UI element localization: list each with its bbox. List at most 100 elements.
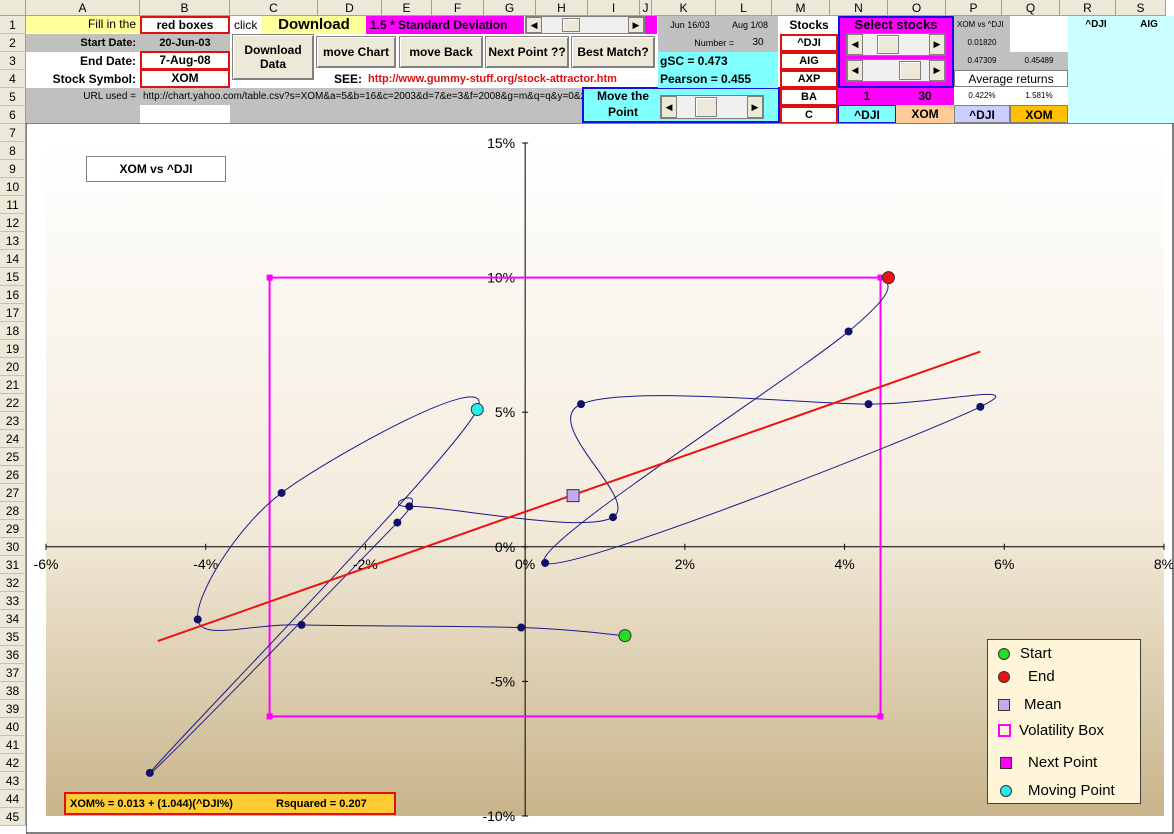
stock1-left-arrow-icon[interactable]: ◀ [847,34,863,55]
row-header[interactable]: 12 [0,214,26,232]
row-header[interactable]: 16 [0,286,26,304]
row-header[interactable]: 1 [0,16,26,34]
row-header[interactable]: 35 [0,628,26,646]
row-header[interactable]: 42 [0,754,26,772]
row-header[interactable]: 23 [0,412,26,430]
row-header[interactable]: 18 [0,322,26,340]
std-dev-scrollbar[interactable]: ◀ ▶ [525,16,645,34]
select-stock-1-scrollbar[interactable]: ◀ ▶ [846,33,946,56]
stock-item[interactable]: C [780,106,838,124]
row-header[interactable]: 2 [0,34,26,52]
select-all-corner[interactable] [0,0,26,16]
row-header[interactable]: 27 [0,484,26,502]
row-header[interactable]: 36 [0,646,26,664]
column-header-n[interactable]: N [830,0,888,16]
select-stock-2-scrollbar[interactable]: ◀ ▶ [846,59,946,82]
row-header[interactable]: 11 [0,196,26,214]
row-header[interactable]: 24 [0,430,26,448]
row-header[interactable]: 20 [0,358,26,376]
next-point-button[interactable]: Next Point ?? [485,36,569,68]
row-header[interactable]: 33 [0,592,26,610]
column-header-p[interactable]: P [946,0,1002,16]
move-point-scrollbar[interactable]: ◀ ▶ [660,95,764,119]
column-header-f[interactable]: F [432,0,484,16]
moving-point-legend-icon [1000,784,1012,797]
column-header-j[interactable]: J [640,0,652,16]
row-header[interactable]: 7 [0,124,26,142]
column-header-k[interactable]: K [652,0,716,16]
column-header-l[interactable]: L [716,0,772,16]
stock1-right-arrow-icon[interactable]: ▶ [929,34,945,55]
row-header[interactable]: 10 [0,178,26,196]
scroll-right-arrow-icon[interactable]: ▶ [628,17,644,33]
end-date-input[interactable]: 7-Aug-08 [140,51,230,70]
move-chart-button[interactable]: move Chart [316,36,396,68]
symbol-input[interactable]: XOM [140,69,230,88]
row-header[interactable]: 31 [0,556,26,574]
column-header-s[interactable]: S [1116,0,1166,16]
see-link[interactable]: http://www.gummy-stuff.org/stock-attract… [368,70,658,88]
row-header[interactable]: 41 [0,736,26,754]
pick-1: ^DJI [838,105,896,123]
column-header-m[interactable]: M [772,0,830,16]
column-header-g[interactable]: G [484,0,536,16]
row-header[interactable]: 45 [0,808,26,826]
scroll-left-arrow-icon[interactable]: ◀ [526,17,542,33]
row-header[interactable]: 15 [0,268,26,286]
column-header-e[interactable]: E [382,0,432,16]
data-point [193,615,202,624]
row-header[interactable]: 3 [0,52,26,70]
row-header[interactable]: 30 [0,538,26,556]
column-header-c[interactable]: C [230,0,318,16]
row-header[interactable]: 43 [0,772,26,790]
pair-label: XOM vs ^DJI [954,16,1010,34]
start-value: 20-Jun-03 [140,34,230,52]
row-header[interactable]: 44 [0,790,26,808]
row-header[interactable]: 38 [0,682,26,700]
row-header[interactable]: 26 [0,466,26,484]
row-header[interactable]: 22 [0,394,26,412]
volatility-box-corner [877,713,884,720]
move-left-arrow-icon[interactable]: ◀ [661,96,677,118]
legend-end: End [998,668,1055,685]
column-header-h[interactable]: H [536,0,588,16]
row-header[interactable]: 19 [0,340,26,358]
row-header[interactable]: 6 [0,106,26,124]
stock2-left-arrow-icon[interactable]: ◀ [847,60,863,81]
select-index-2: 30 [896,88,954,105]
column-header-a[interactable]: A [26,0,140,16]
legend-next-point: Next Point [1000,754,1097,771]
row-header[interactable]: 5 [0,88,26,106]
row-header[interactable]: 29 [0,520,26,538]
best-match-button[interactable]: Best Match? [571,36,655,68]
row-header[interactable]: 32 [0,574,26,592]
column-header-r[interactable]: R [1060,0,1116,16]
row-header[interactable]: 28 [0,502,26,520]
column-header-q[interactable]: Q [1002,0,1060,16]
stock2-right-arrow-icon[interactable]: ▶ [929,60,945,81]
row-header[interactable]: 13 [0,232,26,250]
row-header[interactable]: 25 [0,448,26,466]
stock-item[interactable]: AIG [780,52,838,70]
row-header[interactable]: 9 [0,160,26,178]
row-header[interactable]: 14 [0,250,26,268]
row-header[interactable]: 8 [0,142,26,160]
column-header-d[interactable]: D [318,0,382,16]
row-header[interactable]: 34 [0,610,26,628]
stock-item[interactable]: ^DJI [780,34,838,52]
move-back-button[interactable]: move Back [399,36,483,68]
download-data-button[interactable]: Download Data [232,34,314,80]
row-header[interactable]: 37 [0,664,26,682]
column-header-i[interactable]: I [588,0,640,16]
row-header[interactable]: 4 [0,70,26,88]
row-header[interactable]: 21 [0,376,26,394]
column-header-o[interactable]: O [888,0,946,16]
move-right-arrow-icon[interactable]: ▶ [747,96,763,118]
row-header[interactable]: 40 [0,718,26,736]
row-header[interactable]: 39 [0,700,26,718]
stock-item[interactable]: AXP [780,70,838,88]
stock-item[interactable]: BA [780,88,838,106]
data-point [864,400,873,409]
row-header[interactable]: 17 [0,304,26,322]
column-header-b[interactable]: B [140,0,230,16]
